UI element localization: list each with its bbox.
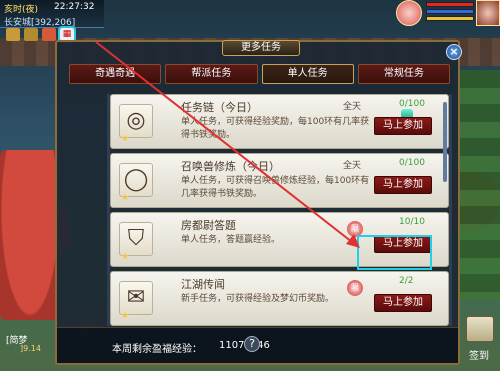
- task-name: 房都尉答题: [181, 219, 236, 232]
- tab-regular-tasks[interactable]: 常规任务: [357, 64, 450, 84]
- task-tabs: 奇遇奇遇 帮派任务 单人任务 常规任务: [67, 64, 452, 86]
- tab-guild-tasks[interactable]: 帮派任务: [165, 64, 258, 84]
- bag-icon[interactable]: [24, 28, 38, 41]
- task-timing: 全天: [343, 161, 362, 171]
- task-desc: 单人任务，可获得经验奖励，每100环有几率获得书铁奖励。: [181, 117, 370, 140]
- status-bars: [426, 2, 474, 23]
- tab-adventure[interactable]: 奇遇奇遇: [69, 64, 162, 84]
- signin-label[interactable]: 签到: [469, 347, 489, 362]
- player-avatar[interactable]: [476, 0, 500, 26]
- task-card: ◯ ★ 召唤兽修炼（今日） 单人任务，可获得召唤兽修炼经验，每100环有几率获得…: [110, 153, 449, 208]
- clock: 22:27:32: [54, 2, 95, 12]
- join-button[interactable]: 马上参加: [374, 117, 432, 135]
- limited-seal-icon: 限: [347, 280, 363, 296]
- task-count: 10/10: [399, 217, 425, 227]
- close-button[interactable]: ×: [446, 44, 462, 60]
- tree: [455, 70, 500, 300]
- list-scrollbar[interactable]: [443, 102, 447, 182]
- task-desc: 新手任务，可获得经验及梦幻币奖励。: [181, 294, 335, 304]
- signin-icon[interactable]: [466, 316, 494, 342]
- scroll-icon: ✉: [119, 281, 153, 315]
- time-label: 亥时(夜): [4, 5, 39, 15]
- bead-bracelet-icon: ◎: [119, 104, 153, 138]
- dialog-footer: 本周剩余盈福经验： 11074746 ?: [57, 327, 458, 363]
- limited-seal-icon: 限: [347, 221, 363, 237]
- task-list: ◎ ★ 任务链（今日） 单人任务，可获得经验奖励，每100环有几率获得书铁奖励。…: [107, 94, 452, 326]
- shield-icon: ⛉: [119, 222, 153, 256]
- time-location-panel: 亥时(夜) 22:27:32 长安城[392,206]: [0, 0, 104, 28]
- task-card: ◎ ★ 任务链（今日） 单人任务，可获得经验奖励，每100环有几率获得书铁奖励。…: [110, 94, 449, 149]
- exp-bar: [426, 16, 474, 21]
- player-status-panel: [396, 0, 500, 30]
- dialog-title: 更多任务: [222, 40, 300, 56]
- task-name: 江湖传闻: [181, 278, 225, 291]
- join-button[interactable]: 马上参加: [374, 294, 432, 312]
- task-desc: 单人任务，可获得召唤兽修炼经验，每100环有几率获得书铁奖励。: [181, 176, 370, 199]
- help-icon[interactable]: ?: [244, 336, 260, 352]
- task-desc: 单人任务，答题赢经验。: [181, 235, 281, 245]
- task-name: 召唤兽修炼（今日）: [181, 160, 280, 173]
- gold-icon[interactable]: [6, 28, 20, 41]
- weekly-exp-label: 本周剩余盈福经验：: [112, 344, 202, 355]
- fire-icon[interactable]: [42, 28, 56, 41]
- tab-solo-tasks[interactable]: 单人任务: [261, 64, 354, 84]
- join-button[interactable]: 马上参加: [374, 235, 432, 253]
- task-count: 2/2: [399, 276, 414, 286]
- star-icon: ★: [121, 193, 130, 203]
- task-count: 0/100: [399, 99, 425, 109]
- join-button[interactable]: 马上参加: [374, 176, 432, 194]
- star-icon: ★: [121, 134, 130, 144]
- player-level: ]9.14: [20, 344, 41, 353]
- task-card: ✉ ★ 江湖传闻 新手任务，可获得经验及梦幻币奖励。 限 2/2 马上参加: [110, 271, 449, 326]
- mp-bar: [426, 9, 474, 14]
- more-tasks-dialog: 更多任务 × 奇遇奇遇 帮派任务 单人任务 常规任务 ◎ ★ 任务链（今日） 单…: [55, 40, 462, 365]
- task-count: 0/100: [399, 158, 425, 168]
- pet-avatar[interactable]: [396, 0, 422, 26]
- bead-necklace-icon: ◯: [119, 163, 153, 197]
- lion-statue: [0, 150, 60, 320]
- location-label[interactable]: 长安城[392,206]: [4, 15, 75, 28]
- task-card: ⛉ ★ 房都尉答题 单人任务，答题赢经验。 限 10/10 马上参加: [110, 212, 449, 267]
- task-timing: 全天: [343, 102, 362, 112]
- star-icon: ★: [121, 311, 130, 321]
- hp-bar: [426, 2, 474, 7]
- task-name: 任务链（今日）: [181, 101, 258, 114]
- star-icon: ★: [121, 252, 130, 262]
